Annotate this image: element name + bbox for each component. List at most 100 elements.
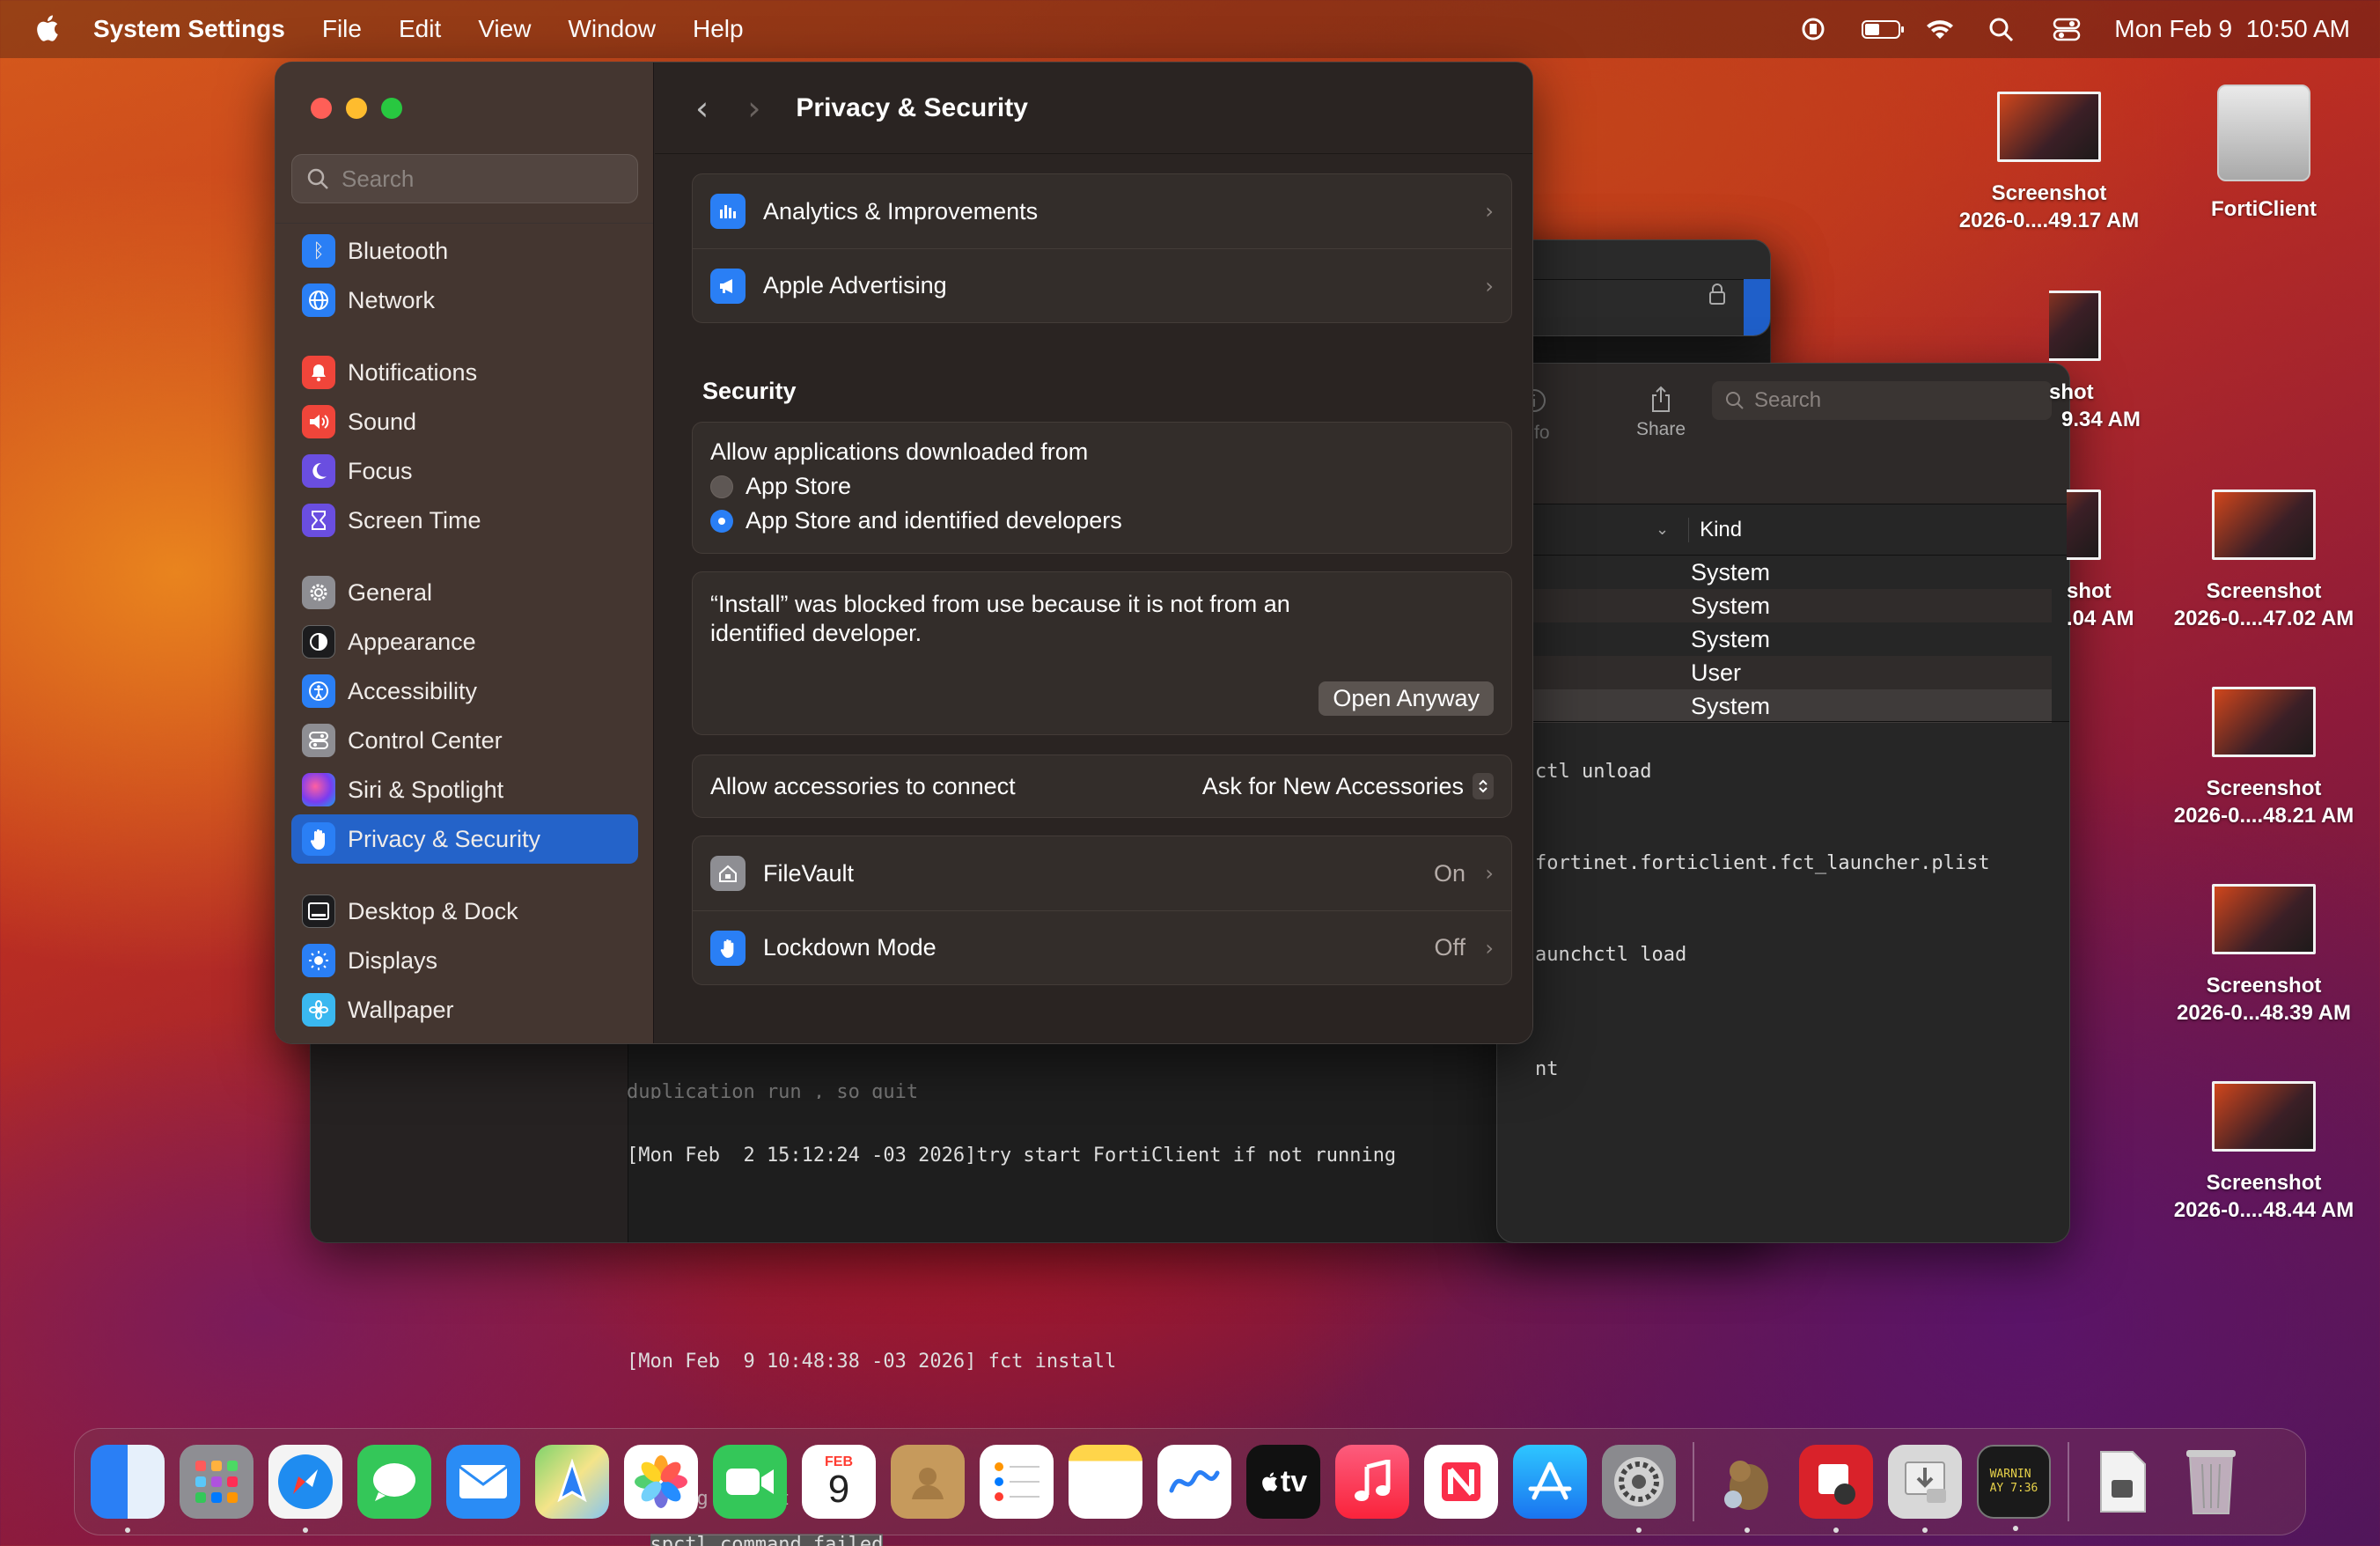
radio-label: App Store and identified developers [746,507,1122,534]
search-placeholder: Search [342,165,415,192]
sidebar-item-displays[interactable]: Displays [291,936,638,985]
search-icon [1726,392,1744,409]
minimize-button[interactable] [346,98,367,119]
file-menu[interactable]: File [322,15,362,43]
spotlight-search-icon[interactable] [1987,16,2019,42]
apple-advertising-row[interactable]: Apple Advertising › [693,248,1511,322]
finder-icon[interactable] [91,1445,165,1533]
radio-button-unselected[interactable] [710,475,733,498]
sort-chevron-icon[interactable]: ⌄ [1656,520,1669,539]
apple-tv-icon[interactable]: tv [1246,1445,1320,1519]
app-menu[interactable]: System Settings [93,15,285,43]
control-center-icon[interactable] [2051,16,2082,42]
list-item[interactable]: System [1497,622,2052,656]
sidebar-item-privacy-security[interactable]: Privacy & Security [291,814,638,864]
menubar-clock[interactable]: Mon Feb 9 10:50 AM [2114,15,2350,43]
close-button[interactable] [311,98,332,119]
analytics-improvements-row[interactable]: Analytics & Improvements › [693,174,1511,248]
photos-icon[interactable] [624,1445,698,1519]
sidebar-item-wallpaper[interactable]: Wallpaper [291,985,638,1034]
safari-icon[interactable] [268,1445,342,1533]
background-window[interactable] [1496,239,1771,336]
sidebar-item-general[interactable]: General [291,568,638,617]
list-item[interactable]: System [1497,556,2052,589]
music-icon[interactable] [1335,1445,1409,1519]
console-icon[interactable]: WARNIN AY 7:36 [1977,1445,2051,1531]
apple-menu-icon[interactable] [33,12,63,46]
accessories-popup[interactable]: Ask for New Accessories [1202,773,1494,800]
contacts-icon[interactable] [891,1445,965,1519]
notes-icon[interactable] [1069,1445,1142,1519]
open-anyway-button[interactable]: Open Anyway [1319,681,1494,716]
sidebar-item-bluetooth[interactable]: ᛒ Bluetooth [291,226,638,276]
window-menu[interactable]: Window [568,15,656,43]
back-chevron-icon[interactable]: ‹ [695,89,709,128]
facetime-icon[interactable] [713,1445,787,1519]
window-controls [311,98,402,119]
maps-icon[interactable] [535,1445,609,1519]
reminders-icon[interactable] [980,1445,1054,1519]
zoom-button[interactable] [381,98,402,119]
messages-icon[interactable] [357,1445,431,1519]
system-settings-icon[interactable] [1602,1445,1676,1533]
wifi-icon[interactable] [1924,16,1956,42]
sidebar-item-appearance[interactable]: Appearance [291,617,638,666]
desktop-file-screenshot[interactable]: Screenshot 2026-0....48.44 AM [2167,1081,2361,1224]
sidebar-item-sound[interactable]: Sound [291,397,638,446]
trash-icon[interactable] [2174,1445,2248,1519]
terminal-line: aunchctl load [1535,944,1687,966]
list-item[interactable]: User [1497,656,2052,689]
sidebar-item-siri-spotlight[interactable]: Siri & Spotlight [291,765,638,814]
radio-identified-developers[interactable]: App Store and identified developers [710,507,1494,534]
launchpad-icon[interactable] [180,1445,253,1519]
sidebar-item-focus[interactable]: Focus [291,446,638,496]
view-menu[interactable]: View [478,15,531,43]
desktop-file-screenshot[interactable]: Screenshot 2026-0....47.02 AM [2167,490,2361,632]
sidebar-item-label: Sound [348,408,417,435]
edit-menu[interactable]: Edit [399,15,441,43]
forward-chevron-icon[interactable]: › [747,89,760,128]
share-button[interactable]: Share [1634,385,1687,440]
app-store-icon[interactable] [1513,1445,1587,1519]
sidebar-item-screen-time[interactable]: Screen Time [291,496,638,545]
speaker-icon [302,405,335,438]
dock-icon [302,894,335,928]
sidebar-item-accessibility[interactable]: Accessibility [291,666,638,716]
desktop-file-screenshot[interactable]: Screenshot 2026-0...48.39 AM [2167,884,2361,1027]
lockdown-mode-row[interactable]: Lockdown Mode Off › [693,910,1511,984]
battery-icon[interactable] [1861,16,1905,42]
sidebar-item-notifications[interactable]: Notifications [291,348,638,397]
desktop-volume-forticlient[interactable]: FortiClient [2167,85,2361,223]
help-menu[interactable]: Help [693,15,744,43]
radio-app-store[interactable]: App Store [710,473,1494,500]
accessibility-icon [302,674,335,708]
radio-button-selected[interactable] [710,509,733,533]
squirrel-app-icon[interactable] [1710,1445,1784,1533]
sidebar-item-control-center[interactable]: Control Center [291,716,638,765]
filevault-row[interactable]: FileVault On › [693,836,1511,910]
screenshot-thumbnail-icon [2212,884,2316,954]
desktop-file-label: FortiClient [2211,197,2317,221]
kind-column-header[interactable]: Kind [1688,517,1742,542]
sidebar-item-network[interactable]: Network [291,276,638,325]
sidebar-list: ᛒ Bluetooth Network Notifications Sound F… [291,226,638,1034]
freeform-icon[interactable] [1157,1445,1231,1519]
calendar-icon[interactable]: FEB 9 [802,1445,876,1519]
desktop-file-screenshot[interactable]: Screenshot 2026-0....48.21 AM [2167,687,2361,829]
forticlient-status-icon[interactable] [1797,16,1829,42]
sidebar-search-input[interactable]: Search [291,154,638,203]
forticlient-dock-icon[interactable] [1799,1445,1873,1533]
control-center-icon [302,724,335,757]
system-settings-window[interactable]: Search ᛒ Bluetooth Network Notifications … [275,62,1533,1044]
installer-icon[interactable] [1888,1445,1962,1533]
news-icon[interactable] [1424,1445,1498,1519]
mail-icon[interactable] [446,1445,520,1519]
finder-column-header[interactable]: ⌄ Kind [1497,504,2069,556]
desktop-file-screenshot[interactable]: Screenshot 2026-0....49.17 AM [1952,92,2146,234]
finder-search-field[interactable]: Search [1712,381,2052,420]
list-item[interactable]: System [1497,589,2052,622]
blocked-message: “Install” was blocked from use because i… [710,591,1290,646]
sidebar-item-desktop-dock[interactable]: Desktop & Dock [291,887,638,936]
downloads-stack-icon[interactable] [2085,1445,2159,1519]
